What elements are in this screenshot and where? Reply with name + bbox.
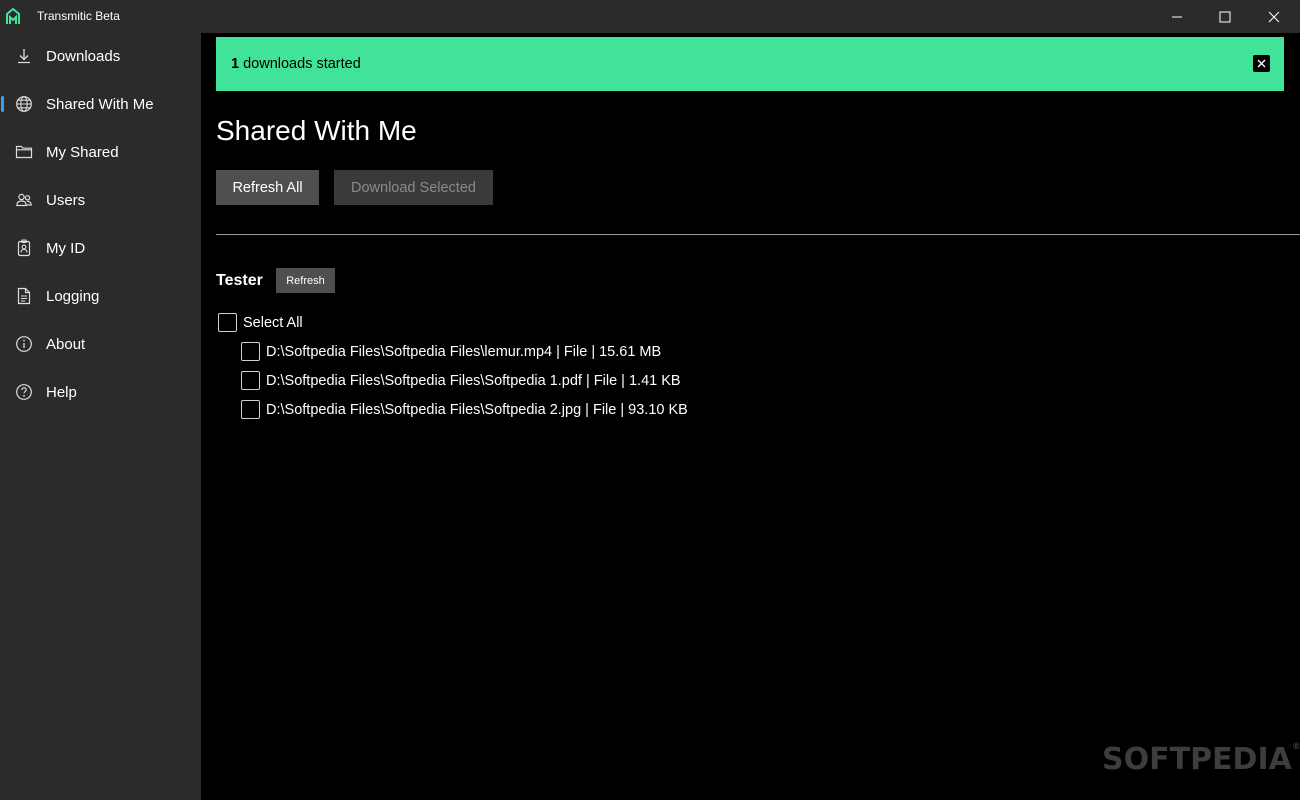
main-content: 1 downloads started Shared With Me Refre… — [201, 33, 1300, 800]
select-all-label: Select All — [243, 314, 303, 331]
sidebar-item-label: My Shared — [46, 144, 119, 161]
title-bar: Transmitic Beta — [0, 0, 1300, 33]
sidebar-item-my-id[interactable]: My ID — [0, 228, 201, 268]
file-row[interactable]: D:\Softpedia Files\Softpedia Files\lemur… — [241, 342, 661, 361]
sidebar-item-label: Users — [46, 192, 86, 209]
watermark-mark: ® — [1291, 742, 1300, 752]
minimize-button[interactable] — [1153, 0, 1201, 33]
file-row[interactable]: D:\Softpedia Files\Softpedia Files\Softp… — [241, 371, 681, 390]
sidebar-item-label: Shared With Me — [46, 96, 154, 113]
sidebar-item-my-shared[interactable]: My Shared — [0, 132, 201, 172]
sidebar-item-logging[interactable]: Logging — [0, 276, 201, 316]
notification-toast: 1 downloads started — [216, 37, 1284, 91]
divider — [216, 234, 1300, 235]
user-name: Tester — [216, 272, 263, 289]
softpedia-watermark: SOFTPEDIA® — [1102, 742, 1300, 777]
sidebar-item-label: About — [46, 336, 86, 353]
page-title: Shared With Me — [216, 115, 417, 146]
info-icon — [16, 336, 32, 352]
toast-close-button[interactable] — [1253, 55, 1270, 72]
refresh-all-button[interactable]: Refresh All — [216, 170, 319, 205]
sidebar-item-help[interactable]: Help — [0, 372, 201, 412]
file-label: D:\Softpedia Files\Softpedia Files\Softp… — [266, 401, 688, 418]
select-all-checkbox[interactable] — [218, 313, 237, 332]
folder-icon — [15, 145, 33, 159]
transmitic-logo-icon — [6, 8, 20, 24]
file-row[interactable]: D:\Softpedia Files\Softpedia Files\Softp… — [241, 400, 688, 419]
window-title: Transmitic Beta — [37, 9, 120, 23]
maximize-icon — [1219, 11, 1231, 22]
watermark-text: SOFTPEDIA — [1102, 742, 1292, 777]
download-icon — [18, 49, 30, 64]
minimize-icon — [1172, 16, 1182, 17]
sidebar-item-users[interactable]: Users — [0, 180, 201, 220]
sidebar-item-downloads[interactable]: Downloads — [0, 36, 201, 76]
toast-text: downloads started — [243, 56, 361, 72]
file-checkbox[interactable] — [241, 342, 260, 361]
file-checkbox[interactable] — [241, 400, 260, 419]
file-checkbox[interactable] — [241, 371, 260, 390]
sidebar: Downloads Shared With Me My Shared Users… — [0, 33, 201, 800]
close-icon — [1268, 11, 1280, 22]
users-icon — [16, 193, 32, 207]
maximize-button[interactable] — [1201, 0, 1249, 33]
globe-icon — [16, 96, 32, 112]
id-badge-icon — [17, 239, 31, 257]
sidebar-item-label: My ID — [46, 240, 86, 257]
close-window-button[interactable] — [1250, 0, 1298, 33]
toast-count: 1 — [231, 56, 240, 72]
sidebar-item-label: Logging — [46, 288, 100, 305]
download-selected-button[interactable]: Download Selected — [334, 170, 493, 205]
select-all-row[interactable]: Select All — [218, 313, 303, 332]
sidebar-item-shared-with-me[interactable]: Shared With Me — [0, 84, 201, 124]
sidebar-item-label: Help — [46, 384, 77, 401]
app-window: Transmitic Beta Downloads Shared With Me… — [0, 0, 1300, 800]
file-label: D:\Softpedia Files\Softpedia Files\Softp… — [266, 372, 681, 389]
file-label: D:\Softpedia Files\Softpedia Files\lemur… — [266, 343, 662, 360]
sidebar-item-about[interactable]: About — [0, 324, 201, 364]
sidebar-item-label: Downloads — [46, 48, 121, 65]
help-icon — [16, 384, 32, 400]
user-refresh-button[interactable]: Refresh — [276, 268, 335, 293]
active-indicator — [1, 96, 4, 112]
close-icon — [1257, 59, 1266, 68]
document-icon — [17, 287, 31, 305]
toast-message: 1 downloads started — [231, 56, 361, 72]
